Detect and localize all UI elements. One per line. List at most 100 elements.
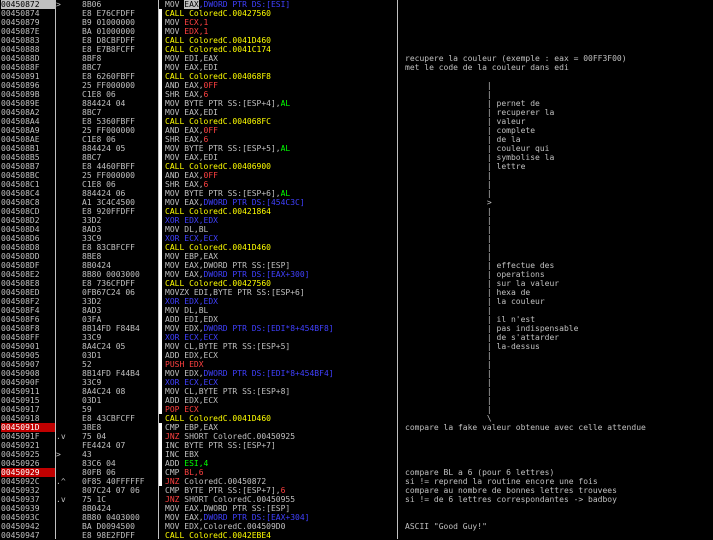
- instruction-token: MOV BYTE PTR SS:[ESP+6],: [165, 189, 281, 198]
- disasm-row[interactable]: 004508F4 8AD3 MOV DL,BL |: [0, 306, 713, 315]
- disasm-row[interactable]: 00450911 8A4C24 08 MOV CL,BYTE PTR SS:[ESP…: [0, 387, 713, 396]
- address-cell: 00450883: [1, 36, 40, 45]
- instruction-cell: CMP BYTE PTR SS:[ESP+7],6: [165, 486, 397, 495]
- instruction-cell: MOV EAX,EDI: [165, 153, 397, 162]
- address-cell: 00450942: [1, 522, 40, 531]
- disasm-row[interactable]: 004508DF 8B0424 MOV EAX,DWORD PTR SS:[ESP]…: [0, 261, 713, 270]
- comment-cell: ASCII "Good Guy!": [405, 522, 487, 531]
- instruction-token: 6: [280, 486, 286, 495]
- disasm-row[interactable]: 004508B7 E8 4460FBFF CALL ColoredC.0040690…: [0, 162, 713, 171]
- disasm-row[interactable]: 004508E8 E8 736CFDFF CALL ColoredC.0042756…: [0, 279, 713, 288]
- disasm-row[interactable]: 0045091D 3BE8 CMP EBP,EAX compare la fake v…: [0, 423, 713, 432]
- disasm-row[interactable]: 004508C4 884424 06 MOV BYTE PTR SS:[ESP+6]…: [0, 189, 713, 198]
- disasm-row[interactable]: 00450937 .v 75 1C JNZ SHORT ColoredC.004509…: [0, 495, 713, 504]
- disasm-row[interactable]: 0045087E BA 01000000 MOV EDX,1: [0, 27, 713, 36]
- jump-marker: [56, 396, 80, 405]
- instruction-token: XOR EDX,EDX: [165, 216, 218, 225]
- disasm-row[interactable]: 00450915 03D1 ADD EDX,ECX |: [0, 396, 713, 405]
- disasm-row[interactable]: 004508F6 03FA ADD EDI,EDX | il n'est: [0, 315, 713, 324]
- comment-cell: | effectue des: [405, 261, 555, 270]
- disasm-row[interactable]: 004508F8 8B14FD F84B4 MOV EDX,DWORD PTR DS…: [0, 324, 713, 333]
- instruction-token: SHORT ColoredC.00450955: [184, 495, 296, 504]
- disasm-row[interactable]: 004508D2 33D2 XOR EDX,EDX |: [0, 216, 713, 225]
- disasm-row[interactable]: 00450872 > 8B06 MOV EAX,DWORD PTR DS:[ESI]: [0, 0, 713, 9]
- instruction-token: 0FF: [203, 171, 218, 180]
- instruction-cell: MOV DL,BL: [165, 306, 397, 315]
- comment-cell: [405, 45, 713, 54]
- address-cell: 004508ED: [1, 288, 40, 297]
- disasm-row[interactable]: 004508DD 8BE8 MOV EBP,EAX |: [0, 252, 713, 261]
- disasm-row[interactable]: 00450918 E8 43CBFCFF CALL ColoredC.0041D46…: [0, 414, 713, 423]
- comment-cell: [405, 9, 713, 18]
- disasm-row[interactable]: 00450888 E8 E7B8FCFF CALL ColoredC.0041C17…: [0, 45, 713, 54]
- disasm-row[interactable]: 004508AE C1E8 06 SHR EAX,6 | de la: [0, 135, 713, 144]
- disasm-row[interactable]: 0045088F 8BC7 MOV EAX,EDI met le code de la…: [0, 63, 713, 72]
- disasm-row[interactable]: 004508FF 33C9 XOR ECX,ECX | de s'attarder: [0, 333, 713, 342]
- hex-bytes-cell: 8AD3: [82, 306, 102, 315]
- address-cell: 00450921: [1, 441, 40, 450]
- address-cell: 004508A4: [1, 117, 40, 126]
- disasm-row[interactable]: 00450896 25 FF000000 AND EAX,0FF |: [0, 81, 713, 90]
- comment-cell: |: [405, 180, 492, 189]
- instruction-cell: AND EAX,0FF: [165, 171, 397, 180]
- disasm-row[interactable]: 00450921 FE4424 07 INC BYTE PTR SS:[ESP+7]: [0, 441, 713, 450]
- comment-cell: | de la: [405, 135, 521, 144]
- disasm-row[interactable]: 00450917 59 POP ECX |: [0, 405, 713, 414]
- disasm-row[interactable]: 0045093C 8B80 0403000 MOV EAX,DWORD PTR DS…: [0, 513, 713, 522]
- instruction-token: DWORD PTR DS:[EAX+300]: [203, 270, 310, 279]
- address-cell: 00450929: [1, 468, 55, 477]
- disassembly-pane[interactable]: 00450872 > 8B06 MOV EAX,DWORD PTR DS:[ESI]…: [0, 0, 713, 540]
- disasm-row[interactable]: 00450929 80FB 06 CMP BL,6 compare BL a 6 (p…: [0, 468, 713, 477]
- hex-bytes-cell: 8B80 0403000: [82, 513, 140, 522]
- disasm-row[interactable]: 004508CD E8 920FFDFF CALL ColoredC.0042186…: [0, 207, 713, 216]
- jump-marker: [56, 405, 80, 414]
- instruction-cell: MOV BYTE PTR SS:[ESP+6],AL: [165, 189, 397, 198]
- instruction-token: MOV EBP,EAX: [165, 252, 218, 261]
- disasm-row[interactable]: 00450901 8A4C24 05 MOV CL,BYTE PTR SS:[ESP…: [0, 342, 713, 351]
- jump-marker: [56, 513, 80, 522]
- disasm-row[interactable]: 00450942 BA D0094500 MOV EDX,ColoredC.0045…: [0, 522, 713, 531]
- disasm-row[interactable]: 004508D8 E8 83CBFCFF CALL ColoredC.0041D46…: [0, 243, 713, 252]
- disasm-row[interactable]: 00450926 83C6 04 ADD ESI,4: [0, 459, 713, 468]
- disasm-row[interactable]: 00450925 > 43 INC EBX: [0, 450, 713, 459]
- disasm-row[interactable]: 004508BC 25 FF000000 AND EAX,0FF |: [0, 171, 713, 180]
- disasm-row[interactable]: 004508A9 25 FF000000 AND EAX,0FF | complet…: [0, 126, 713, 135]
- address-cell: 00450939: [1, 504, 40, 513]
- disasm-row[interactable]: 00450879 B9 01000000 MOV ECX,1: [0, 18, 713, 27]
- address-cell: 00450915: [1, 396, 40, 405]
- disasm-row[interactable]: 004508D4 8AD3 MOV DL,BL |: [0, 225, 713, 234]
- disasm-row[interactable]: 0045089B C1E8 06 SHR EAX,6 |: [0, 90, 713, 99]
- disasm-row[interactable]: 004508B5 8BC7 MOV EAX,EDI | symbolise la: [0, 153, 713, 162]
- disasm-row[interactable]: 004508F2 33D2 XOR EDX,EDX | la couleur: [0, 297, 713, 306]
- disasm-row[interactable]: 00450891 E8 6260FBFF CALL ColoredC.004068F…: [0, 72, 713, 81]
- hex-bytes-cell: E8 E7B8FCFF: [82, 45, 135, 54]
- disasm-row[interactable]: 004508A2 8BC7 MOV EAX,EDI | recuperer la: [0, 108, 713, 117]
- disasm-row[interactable]: 00450908 8B14FD F44B4 MOV EDX,DWORD PTR DS…: [0, 369, 713, 378]
- address-cell: 004508F8: [1, 324, 40, 333]
- disasm-row[interactable]: 00450883 E8 D8CBFDFF CALL ColoredC.0041D46…: [0, 36, 713, 45]
- hex-bytes-cell: 8BC7: [82, 108, 102, 117]
- comment-cell: compare au nombre de bonnes lettres trou…: [405, 486, 617, 495]
- address-cell: 00450925: [1, 450, 40, 459]
- instruction-token: JNZ: [165, 477, 185, 486]
- disasm-row[interactable]: 00450905 03D1 ADD EDX,ECX |: [0, 351, 713, 360]
- hex-bytes-cell: E8 83CBFCFF: [82, 243, 135, 252]
- disasm-row[interactable]: 004508E2 8B80 0003000 MOV EAX,DWORD PTR DS…: [0, 270, 713, 279]
- disasm-row[interactable]: 00450939 8B0424 MOV EAX,DWORD PTR SS:[ESP]: [0, 504, 713, 513]
- disasm-row[interactable]: 004508C8 A1 3C4C4500 MOV EAX,DWORD PTR DS:…: [0, 198, 713, 207]
- disasm-row[interactable]: 00450874 E8 E76CFDFF CALL ColoredC.0042756…: [0, 9, 713, 18]
- comment-cell: compare BL a 6 (pour 6 lettres): [405, 468, 555, 477]
- disasm-row[interactable]: 0045089E 884424 04 MOV BYTE PTR SS:[ESP+4]…: [0, 99, 713, 108]
- disasm-row[interactable]: 004508D6 33C9 XOR ECX,ECX |: [0, 234, 713, 243]
- disasm-row[interactable]: 0045092C .^ 0F85 40FFFFFF JNZ ColoredC.0045…: [0, 477, 713, 486]
- disasm-row[interactable]: 004508A4 E8 5360FBFF CALL ColoredC.004068F…: [0, 117, 713, 126]
- disasm-row[interactable]: 004508B1 884424 05 MOV BYTE PTR SS:[ESP+5]…: [0, 144, 713, 153]
- disasm-row[interactable]: 0045090F 33C9 XOR ECX,ECX |: [0, 378, 713, 387]
- disasm-row[interactable]: 0045088D 8BF8 MOV EDI,EAX recupere la coule…: [0, 54, 713, 63]
- disasm-row[interactable]: 004508C1 C1E8 06 SHR EAX,6 |: [0, 180, 713, 189]
- disasm-row[interactable]: 0045091F .v 75 04 JNZ SHORT ColoredC.004509…: [0, 432, 713, 441]
- disasm-row[interactable]: 00450932 807C24 07 06 CMP BYTE PTR SS:[ESP…: [0, 486, 713, 495]
- hex-bytes-cell: 59: [82, 405, 92, 414]
- disasm-row[interactable]: 004508ED 0FB67C24 06 MOVZX EDI,BYTE PTR SS…: [0, 288, 713, 297]
- disasm-row[interactable]: 00450907 52 PUSH EDX |: [0, 360, 713, 369]
